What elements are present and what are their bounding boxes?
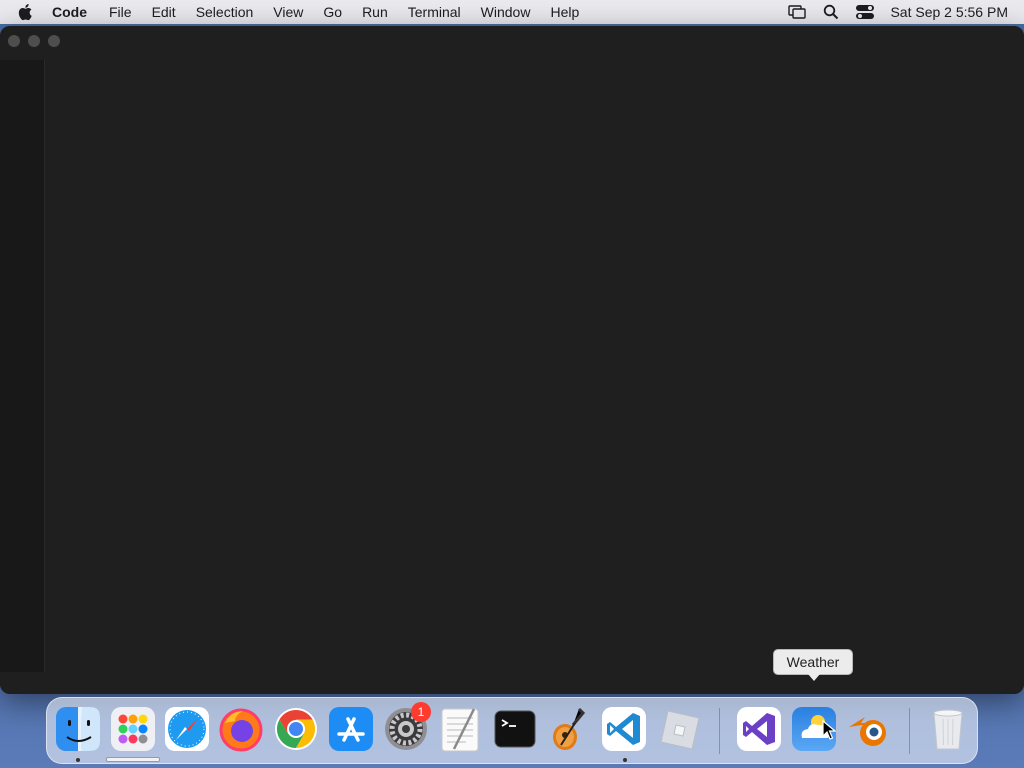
screen-mirroring-icon[interactable] — [786, 3, 808, 21]
menu-clock[interactable]: Sat Sep 2 5:56 PM — [890, 4, 1008, 20]
dock-tooltip: Weather — [773, 649, 853, 681]
textedit-icon[interactable] — [435, 704, 485, 754]
roblox-icon[interactable] — [654, 704, 704, 754]
firefox-icon[interactable] — [216, 704, 266, 754]
menu-file[interactable]: File — [109, 4, 132, 20]
launchpad-icon[interactable] — [108, 704, 158, 754]
dock — [46, 697, 978, 764]
apple-menu-icon[interactable] — [18, 3, 38, 21]
system-settings-badge: 1 — [411, 702, 431, 722]
window-zoom-button[interactable] — [48, 35, 60, 47]
menu-view[interactable]: View — [273, 4, 303, 20]
code-window — [0, 26, 1024, 694]
dock-separator — [719, 708, 720, 754]
mouse-cursor-icon — [822, 720, 836, 740]
menu-window[interactable]: Window — [481, 4, 531, 20]
terminal-icon[interactable] — [490, 704, 540, 754]
chrome-icon[interactable] — [271, 704, 321, 754]
menu-go[interactable]: Go — [323, 4, 342, 20]
window-close-button[interactable] — [8, 35, 20, 47]
window-bottom-area — [0, 672, 1024, 694]
finder-running-indicator — [76, 758, 80, 762]
app-store-icon[interactable] — [326, 704, 376, 754]
menu-edit[interactable]: Edit — [152, 4, 176, 20]
menu-app-name[interactable]: Code — [52, 4, 87, 20]
window-minimize-button[interactable] — [28, 35, 40, 47]
menu-bar: Code File Edit Selection View Go Run Ter… — [0, 0, 1024, 24]
trash-icon[interactable] — [923, 704, 973, 754]
menu-terminal[interactable]: Terminal — [408, 4, 461, 20]
visual-studio-icon[interactable] — [734, 704, 784, 754]
editor-area[interactable] — [45, 60, 1024, 672]
vscode-running-indicator — [623, 758, 627, 762]
dock-separator-trash — [909, 708, 910, 754]
blender-icon[interactable] — [844, 704, 894, 754]
menu-run[interactable]: Run — [362, 4, 388, 20]
finder-icon[interactable] — [53, 704, 103, 754]
activity-bar[interactable] — [0, 60, 45, 672]
launchpad-underline — [106, 757, 160, 762]
menu-help[interactable]: Help — [550, 4, 579, 20]
status-area: Sat Sep 2 5:56 PM — [774, 3, 1008, 21]
safari-icon[interactable] — [162, 704, 212, 754]
menu-selection[interactable]: Selection — [196, 4, 254, 20]
garageband-icon[interactable] — [544, 704, 594, 754]
vscode-icon[interactable] — [599, 704, 649, 754]
control-center-icon[interactable] — [854, 3, 876, 21]
window-titlebar[interactable] — [0, 26, 1024, 60]
spotlight-search-icon[interactable] — [820, 3, 842, 21]
